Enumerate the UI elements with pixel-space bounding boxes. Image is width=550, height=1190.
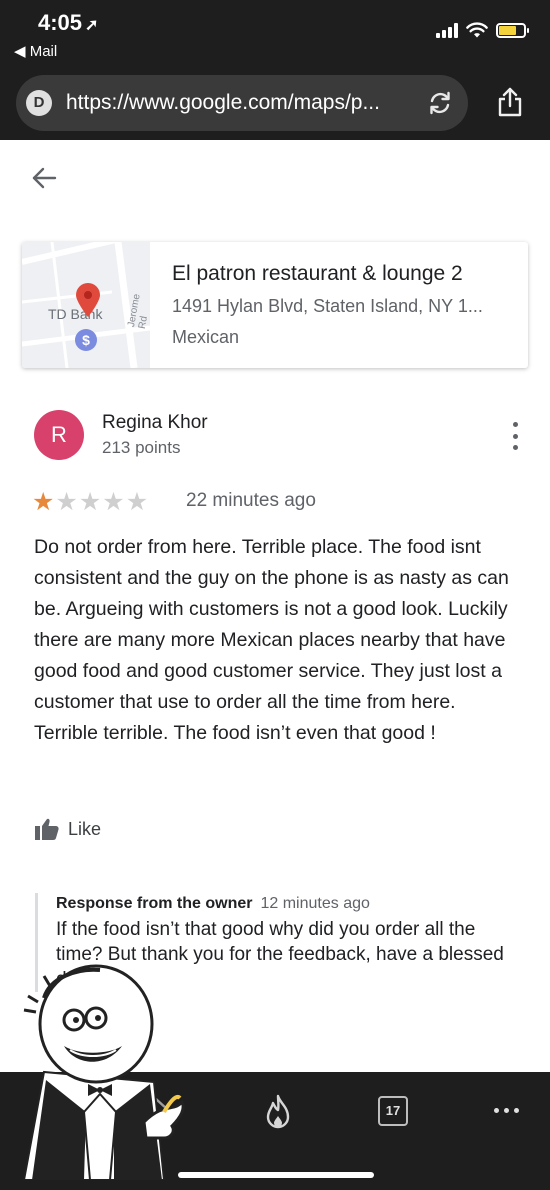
- home-indicator[interactable]: [178, 1172, 374, 1178]
- map-thumbnail[interactable]: TD Bank Jerome Rd $: [22, 242, 150, 368]
- cellular-signal-icon: [436, 22, 458, 38]
- review-text: Do not order from here. Terrible place. …: [34, 536, 509, 744]
- url-text[interactable]: https://www.google.com/maps/p...: [66, 91, 380, 115]
- avatar[interactable]: R: [34, 410, 84, 460]
- star-filled-icon: ★: [32, 488, 55, 516]
- flame-icon[interactable]: [264, 1094, 292, 1130]
- review-time: 22 minutes ago: [186, 490, 316, 511]
- share-icon[interactable]: [496, 86, 524, 118]
- url-bar[interactable]: D https://www.google.com/maps/p...: [16, 75, 468, 131]
- back-to-mail-link[interactable]: ◀ Mail: [14, 42, 57, 60]
- owner-response-title: Response from the owner: [56, 895, 253, 912]
- back-arrow-icon[interactable]: [30, 164, 58, 192]
- place-card[interactable]: TD Bank Jerome Rd $ El patron restaurant…: [22, 242, 528, 368]
- waiter-mascot-sticker: [22, 964, 185, 1180]
- more-dots-icon[interactable]: [494, 1108, 519, 1113]
- place-category: Mexican: [172, 327, 240, 347]
- calendar-icon[interactable]: 17: [378, 1096, 408, 1126]
- bank-marker-icon: $: [75, 329, 97, 351]
- like-label: Like: [68, 818, 102, 839]
- reviewer-points: 213 points: [102, 438, 181, 457]
- star-empty-icon: ★: [78, 488, 102, 516]
- reload-icon[interactable]: [426, 89, 454, 117]
- svg-text:$: $: [82, 332, 90, 348]
- star-rating: ★ ★ ★ ★ ★: [32, 488, 148, 516]
- star-empty-icon: ★: [125, 488, 149, 516]
- star-empty-icon: ★: [102, 488, 125, 516]
- thumbs-up-icon: [35, 818, 59, 840]
- site-badge-icon: D: [26, 90, 52, 116]
- star-empty-icon: ★: [55, 488, 78, 516]
- owner-response-time: 12 minutes ago: [260, 895, 370, 912]
- more-options-icon[interactable]: [506, 422, 524, 450]
- reviewer-name[interactable]: Regina Khor: [102, 412, 208, 434]
- place-address: 1491 Hylan Blvd, Staten Island, NY 1...: [172, 296, 483, 316]
- like-button[interactable]: Like: [34, 817, 101, 841]
- wifi-icon: [466, 22, 488, 38]
- browser-top-bar: 4:05 ➚ ◀ Mail D https://www.google.com/ma…: [0, 0, 550, 140]
- status-time: 4:05 ➚: [38, 10, 99, 35]
- battery-icon: [496, 22, 529, 38]
- location-arrow-icon: ➚: [85, 17, 99, 34]
- place-name[interactable]: El patron restaurant & lounge 2: [172, 262, 463, 286]
- map-pin-icon: [76, 283, 100, 317]
- status-icons: [436, 22, 529, 38]
